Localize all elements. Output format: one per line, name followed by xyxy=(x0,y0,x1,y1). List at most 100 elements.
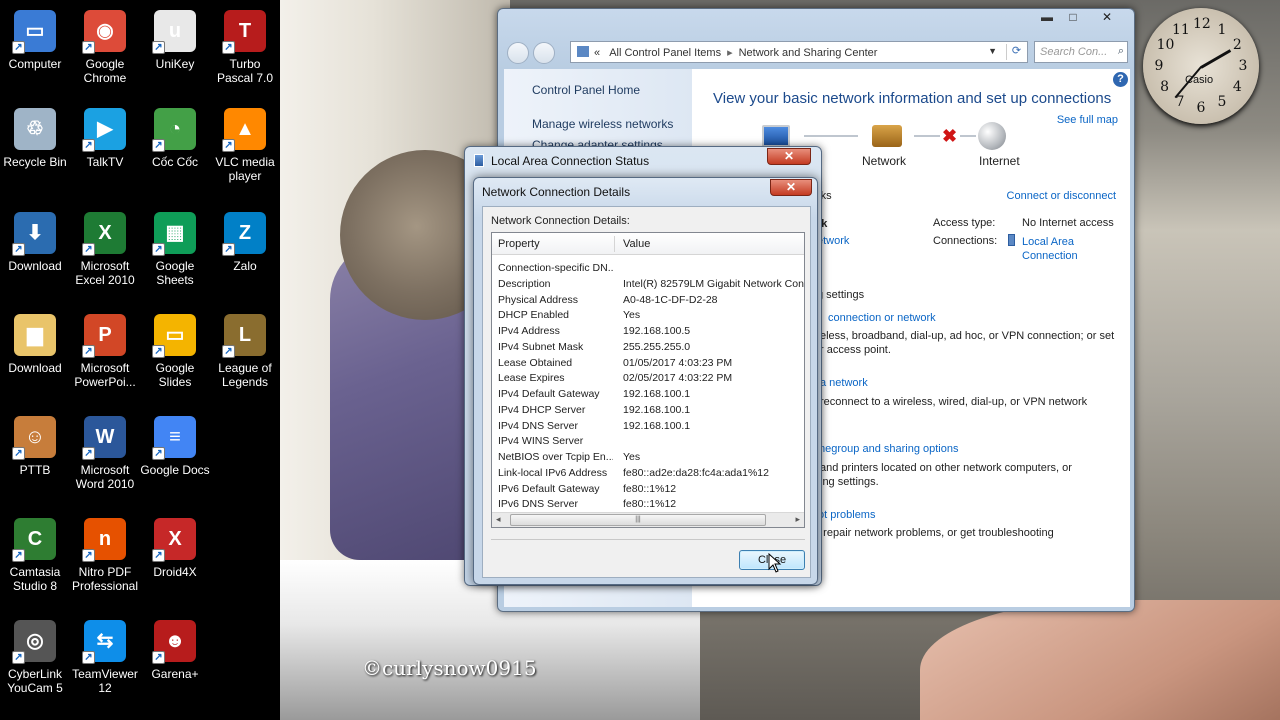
property-cell: IPv4 WINS Server xyxy=(498,435,584,448)
close-button[interactable]: ✕ xyxy=(770,179,812,196)
desktop-icon[interactable]: ▆ Download xyxy=(0,314,70,375)
sidebar-link-control-panel-home[interactable]: Control Panel Home xyxy=(532,83,640,97)
forward-button[interactable] xyxy=(533,42,555,64)
garena-icon: ☻ ↗ xyxy=(152,620,196,664)
scroll-thumb[interactable]: ||| xyxy=(510,514,766,526)
value-cell: 01/05/2017 4:03:23 PM xyxy=(623,356,733,369)
clock-gadget[interactable]: Casio 12 1 2 3 4 5 6 7 8 9 10 11 xyxy=(1143,8,1259,124)
desktop-icon[interactable]: C ↗ Camtasia Studio 8 xyxy=(0,518,70,593)
address-dropdown-icon[interactable]: ▼ xyxy=(988,46,997,56)
table-row[interactable]: Link-local IPv6 Address fe80::ad2e:da28:f… xyxy=(492,466,804,482)
close-button[interactable]: ✕ xyxy=(767,148,811,165)
task-homegroup-link[interactable]: megroup and sharing options xyxy=(816,443,958,455)
shortcut-arrow-icon: ↗ xyxy=(82,549,95,562)
network-bench-icon[interactable] xyxy=(872,125,902,147)
refresh-icon[interactable]: ⟳ xyxy=(1006,44,1026,60)
table-row[interactable]: IPv6 Default Gateway fe80::1%12 xyxy=(492,482,804,498)
shortcut-arrow-icon: ↗ xyxy=(222,41,235,54)
desktop-icon[interactable]: ▭ ↗ Computer xyxy=(0,10,70,71)
column-divider[interactable] xyxy=(614,236,615,252)
desktop-icon[interactable]: ♲ Recycle Bin xyxy=(0,108,70,169)
table-row[interactable]: IPv6 DNS Server fe80::1%12 xyxy=(492,497,804,513)
back-button[interactable] xyxy=(507,42,529,64)
desktop-icon[interactable]: ▲ ↗ VLC media player xyxy=(210,108,280,183)
table-row[interactable]: IPv4 Address 192.168.100.5 xyxy=(492,324,804,340)
horizontal-scrollbar[interactable]: ◂ ||| ▸ xyxy=(492,512,804,527)
maximize-icon: □ xyxy=(1069,10,1077,24)
help-icon[interactable]: ? xyxy=(1113,72,1128,87)
desktop-icon[interactable]: X ↗ Microsoft Excel 2010 xyxy=(70,212,140,287)
search-input[interactable]: Search Con... ⌕ xyxy=(1034,41,1128,63)
maximize-button[interactable]: □ xyxy=(1060,9,1086,27)
desktop-icon[interactable]: n ↗ Nitro PDF Professional xyxy=(70,518,140,593)
minimize-button[interactable]: ▬ xyxy=(1034,9,1060,27)
computer-map-icon[interactable] xyxy=(762,125,790,147)
task-connect-network-link[interactable]: a network xyxy=(820,377,868,389)
desktop-icon[interactable]: u ↗ UniKey xyxy=(140,10,210,71)
table-row[interactable]: Lease Expires 02/05/2017 4:03:22 PM xyxy=(492,371,804,387)
table-row[interactable]: IPv4 WINS Server xyxy=(492,434,804,450)
shortcut-arrow-icon: ↗ xyxy=(12,447,25,460)
desktop-icon[interactable]: ≡ ↗ Google Docs xyxy=(140,416,210,477)
desktop-icon[interactable]: ◎ ↗ CyberLink YouCam 5 xyxy=(0,620,70,695)
close-button[interactable]: ✕ xyxy=(1086,9,1128,27)
wallpaper-hand xyxy=(920,600,1280,720)
table-row[interactable]: Physical Address A0-48-1C-DF-D2-28 xyxy=(492,293,804,309)
desktop-icon-label: Garena+ xyxy=(151,667,199,681)
column-header-property[interactable]: Property xyxy=(498,238,540,250)
desktop-icon[interactable]: ◉ ↗ Google Chrome xyxy=(70,10,140,85)
desktop-icon[interactable]: ☻ ↗ Garena+ xyxy=(140,620,210,681)
clock-numeral: 3 xyxy=(1238,58,1248,74)
scroll-grip: ||| xyxy=(635,516,641,523)
column-header-value[interactable]: Value xyxy=(623,238,650,250)
table-row[interactable]: Lease Obtained 01/05/2017 4:03:23 PM xyxy=(492,356,804,372)
word-icon: W ↗ xyxy=(82,416,126,460)
sidebar-link-manage-wireless[interactable]: Manage wireless networks xyxy=(532,117,673,131)
table-row[interactable]: IPv4 Subnet Mask 255.255.255.0 xyxy=(492,340,804,356)
shortcut-arrow-icon: ↗ xyxy=(82,139,95,152)
desktop-icon[interactable]: ▦ ↗ Google Sheets xyxy=(140,212,210,287)
table-row[interactable]: IPv4 Default Gateway 192.168.100.1 xyxy=(492,387,804,403)
table-row[interactable]: Connection-specific DN... xyxy=(492,261,804,277)
breadcrumb-all-items[interactable]: All Control Panel Items xyxy=(609,47,721,59)
desktop-icon[interactable]: ◔ ↗ Cốc Cốc xyxy=(140,108,210,169)
dialog-title: Local Area Connection Status xyxy=(491,154,650,168)
desktop-icon-label: TalkTV xyxy=(86,155,124,169)
table-row[interactable]: NetBIOS over Tcpip En... Yes xyxy=(492,450,804,466)
desktop-icon[interactable]: ▭ ↗ Google Slides xyxy=(140,314,210,389)
local-area-connection-link[interactable]: Local Area Connection xyxy=(1022,235,1102,263)
property-cell: IPv6 DNS Server xyxy=(498,498,578,511)
desktop-icon[interactable]: ⬇ ↗ Download xyxy=(0,212,70,273)
teamviewer-icon: ⇆ ↗ xyxy=(82,620,126,664)
desktop-icon[interactable]: L ↗ League of Legends xyxy=(210,314,280,389)
scroll-left-icon[interactable]: ◂ xyxy=(496,514,501,525)
desktop-icon[interactable]: P ↗ Microsoft PowerPoi... xyxy=(70,314,140,389)
breadcrumb-current[interactable]: Network and Sharing Center xyxy=(739,47,878,59)
internet-globe-icon[interactable] xyxy=(978,122,1006,150)
address-bar[interactable]: « All Control Panel Items ▸ Network and Sh… xyxy=(570,41,1028,63)
property-cell: IPv4 DHCP Server xyxy=(498,403,586,416)
details-list-view[interactable]: Property Value Connection-specific DN...… xyxy=(491,232,805,528)
table-row[interactable]: IPv4 DHCP Server 192.168.100.1 xyxy=(492,403,804,419)
scroll-right-icon[interactable]: ▸ xyxy=(795,514,800,525)
task-setup-connection-desc: eless, broadband, dial-up, ad hoc, or VP… xyxy=(820,330,1115,342)
desktop-icon[interactable]: Z ↗ Zalo xyxy=(210,212,280,273)
desktop-icon[interactable]: ⇆ ↗ TeamViewer 12 xyxy=(70,620,140,695)
search-icon[interactable]: ⌕ xyxy=(1118,45,1124,58)
desktop-icon[interactable]: X ↗ Droid4X xyxy=(140,518,210,579)
task-troubleshoot-link[interactable]: ot problems xyxy=(818,509,875,521)
value-cell: 192.168.100.1 xyxy=(623,403,691,416)
desktop-icon[interactable]: T ↗ Turbo Pascal 7.0 xyxy=(210,10,280,85)
desktop-icon[interactable]: ☺ ↗ PTTB xyxy=(0,416,70,477)
table-row[interactable]: DHCP Enabled Yes xyxy=(492,308,804,324)
see-full-map-link[interactable]: See full map xyxy=(1057,114,1118,126)
desktop-icon-label: Cốc Cốc xyxy=(151,155,198,169)
connect-disconnect-link[interactable]: Connect or disconnect xyxy=(1007,190,1116,202)
table-row[interactable]: IPv4 DNS Server 192.168.100.1 xyxy=(492,419,804,435)
desktop-icon[interactable]: ▶ ↗ TalkTV xyxy=(70,108,140,169)
task-setup-connection-link[interactable]: connection or network xyxy=(828,312,936,324)
desktop-icon-label: Google Chrome xyxy=(83,57,127,85)
desktop-icon-label: CyberLink YouCam 5 xyxy=(7,667,63,695)
desktop-icon[interactable]: W ↗ Microsoft Word 2010 xyxy=(70,416,140,491)
table-row[interactable]: Description Intel(R) 82579LM Gigabit Netw… xyxy=(492,277,804,293)
